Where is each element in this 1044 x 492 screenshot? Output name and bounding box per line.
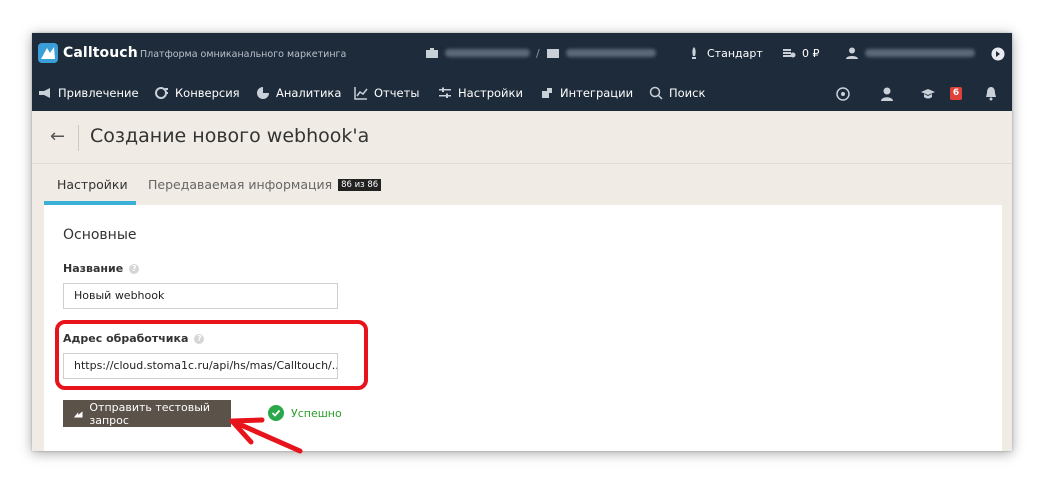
name-input[interactable]: Новый webhook [63,283,338,309]
site-icon [546,49,559,58]
nav-item-attraction[interactable]: Привлечение [38,86,139,100]
send-test-request-button[interactable]: Отправить тестовый запрос [63,400,231,427]
rocket-icon [692,47,696,59]
chat-icon[interactable] [835,86,851,102]
search-icon [649,86,663,100]
fields-count-badge: 86 из 86 [338,179,382,191]
app-window: Calltouch Платформа омниканального марке… [32,33,1012,451]
send-icon [73,410,83,417]
tab-transmitted-info[interactable]: Передаваемая информация 86 из 86 [148,177,382,192]
main-navigation: Привлечение Конверсия Аналитика Отчеты Н… [32,75,1012,111]
bell-icon[interactable] [984,86,998,101]
graduation-cap-icon[interactable] [920,86,936,102]
success-status: Успешно [268,405,342,421]
check-circle-icon [268,405,284,421]
user-menu[interactable] [845,46,975,60]
conversion-icon [155,87,168,99]
nav-item-conversion[interactable]: Конверсия [155,86,240,100]
nav-item-analytics[interactable]: Аналитика [256,86,341,100]
nav-item-reports[interactable]: Отчеты [354,86,419,100]
send-button-label: Отправить тестовый запрос [89,400,211,427]
briefcase-icon [426,48,438,58]
tab-bar: Настройки Передаваемая информация 86 из 8… [32,164,1012,205]
address-label-text: Адрес обработчика [63,332,189,345]
brand-tagline: Платформа омниканального маркетинга [140,49,347,60]
balance-value: 0 ₽ [802,46,820,60]
account-separator: / [536,46,540,60]
megaphone-icon [39,88,50,98]
nav-label: Конверсия [175,86,240,100]
address-label: Адрес обработчика ? [63,332,205,345]
balance-indicator[interactable]: 0 ₽ [782,46,820,60]
back-button[interactable]: ← [50,126,65,147]
success-text: Успешно [291,406,342,420]
calltouch-logo-icon [38,43,58,63]
nav-item-integrations[interactable]: Интеграции [540,86,633,100]
name-label-text: Название [63,262,124,275]
plan-indicator[interactable]: Стандарт [687,46,763,60]
puzzle-icon [542,88,552,98]
help-icon[interactable]: ? [194,333,205,344]
plan-name: Стандарт [707,46,763,60]
nav-label: Аналитика [276,86,342,100]
sliders-icon [439,87,451,98]
section-title: Основные [63,227,137,243]
site-name-redacted [565,49,656,57]
logout-icon[interactable] [991,47,1005,61]
nav-label: Отчеты [374,86,420,100]
nav-label: Поиск [669,86,706,100]
notification-count-badge[interactable]: 6 [950,87,962,100]
nav-label: Интеграции [560,86,634,100]
handler-address-input[interactable]: https://cloud.stoma1c.ru/api/hs/mas/Call… [63,353,338,379]
user-email-redacted [865,49,975,57]
settings-panel: Основные Название ? Новый webhook Адрес … [44,205,1002,451]
brand-name[interactable]: Calltouch [63,45,138,61]
tab-label: Передаваемая информация [148,177,333,192]
account-name-redacted [445,49,530,57]
support-icon[interactable] [879,86,895,102]
header-divider [78,125,79,151]
page-header: ← Создание нового webhook'а [32,111,1012,164]
help-icon[interactable]: ? [129,263,140,274]
nav-item-settings[interactable]: Настройки [438,86,523,100]
page-title: Создание нового webhook'а [90,125,370,147]
nav-label: Настройки [458,86,523,100]
pie-chart-icon [257,87,269,99]
line-chart-icon [354,87,368,100]
tab-settings[interactable]: Настройки [57,177,128,192]
name-label: Название ? [63,262,140,275]
coins-icon [783,49,796,58]
top-bar: Calltouch Платформа омниканального марке… [32,33,1012,111]
nav-label: Привлечение [58,86,139,100]
user-icon [846,47,858,59]
top-bar-row-account: Calltouch Платформа омниканального марке… [32,33,1012,75]
account-selector[interactable]: / [425,46,656,60]
nav-item-search[interactable]: Поиск [649,86,705,100]
